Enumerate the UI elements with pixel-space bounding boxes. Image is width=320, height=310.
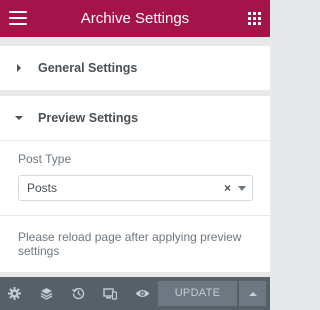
update-button[interactable]: UPDATE [158,281,237,306]
chevron-down-icon [238,186,246,191]
preview-settings-section: Preview Settings Post Type Posts × Pleas… [0,96,270,272]
divider [0,215,270,216]
settings-icon[interactable] [6,285,22,301]
divider [0,140,270,141]
layers-icon[interactable] [38,285,54,301]
panel-footer: UPDATE [0,277,270,310]
general-settings-title: General Settings [38,61,138,75]
preview-settings-title: Preview Settings [38,111,139,125]
post-type-label: Post Type [18,152,72,166]
reload-note: Please reload page after applying previe… [18,230,242,258]
general-settings-header[interactable]: General Settings [0,46,270,90]
general-settings-section: General Settings [0,46,270,90]
caret-right-icon [0,64,38,72]
preview-eye-icon[interactable] [134,285,150,301]
preview-settings-header[interactable]: Preview Settings [0,96,270,140]
post-type-value: Posts [27,181,58,195]
clear-selection-icon[interactable]: × [224,176,231,200]
panel-header: Archive Settings [0,0,270,37]
caret-down-icon [0,115,38,121]
grid-icon[interactable] [248,12,261,25]
post-type-select[interactable]: Posts × [18,175,253,201]
history-icon[interactable] [70,285,86,301]
update-options-button[interactable] [239,281,266,306]
caret-up-icon [248,291,257,296]
panel-title: Archive Settings [80,10,190,27]
responsive-icon[interactable] [102,285,118,301]
